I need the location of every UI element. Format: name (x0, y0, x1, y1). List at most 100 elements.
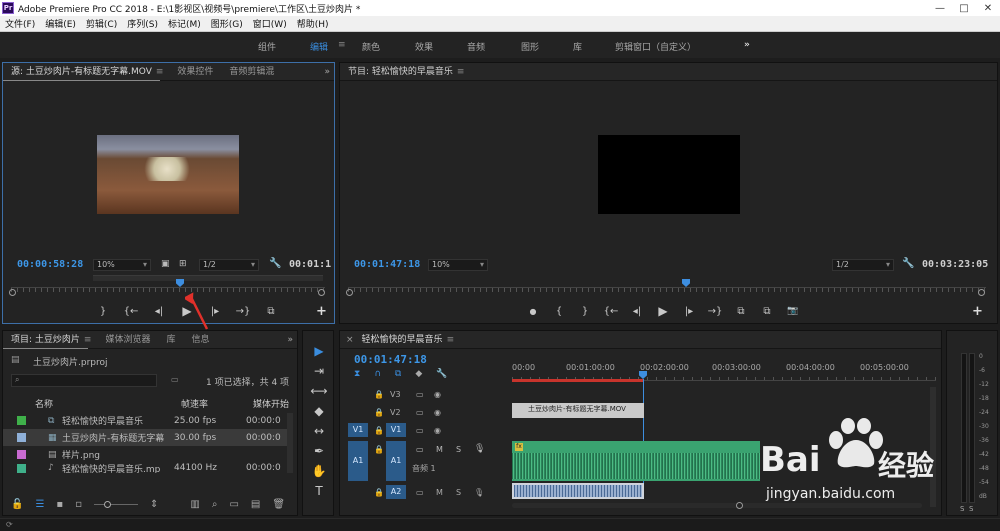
go-to-in-button[interactable]: {← (598, 306, 624, 317)
lock-icon[interactable]: 🔒 (374, 390, 384, 399)
menu-file[interactable]: 文件(F) (0, 17, 40, 30)
tab-menu-icon[interactable]: ≡ (447, 335, 455, 345)
label-color-swatch[interactable] (17, 450, 26, 459)
tab-source[interactable]: 源: 土豆炒肉片-有标题无字幕.MOV (3, 63, 160, 81)
icon-view-icon[interactable]: ▪ (56, 499, 63, 510)
go-to-in-button[interactable]: {← (117, 306, 145, 317)
linked-selection-icon[interactable]: ⧉ (395, 369, 401, 379)
menu-sequence[interactable]: 序列(S) (122, 17, 163, 30)
eye-icon[interactable]: ◉ (434, 390, 441, 399)
find-icon[interactable]: ⌕ (212, 499, 218, 510)
tab-menu-icon[interactable]: ≡ (84, 335, 92, 345)
minimize-button[interactable]: — (928, 0, 952, 16)
menu-graphics[interactable]: 图形(G) (206, 17, 248, 30)
label-color-swatch[interactable] (17, 463, 26, 473)
freeform-view-icon[interactable]: ▫ (75, 499, 82, 510)
list-view-icon[interactable]: ☰ (35, 499, 44, 510)
program-timecode[interactable]: 00:01:47:18 (354, 259, 420, 270)
workspace-editing[interactable]: 编辑 (310, 40, 328, 53)
sync-lock-icon[interactable]: ▭ (416, 488, 424, 497)
timeline-settings-icon[interactable]: 🔧 (436, 369, 447, 379)
ripple-edit-tool-icon[interactable]: ⟷ (310, 381, 327, 401)
eye-icon[interactable]: ◉ (434, 426, 441, 435)
workspace-color[interactable]: 颜色 (362, 40, 380, 53)
tab-audio-clip-mixer[interactable]: 音频剪辑混 (221, 63, 282, 81)
menu-window[interactable]: 窗口(W) (248, 17, 292, 30)
source-time-ruler[interactable] (11, 287, 325, 297)
go-to-out-button[interactable]: →} (702, 306, 728, 317)
step-back-button[interactable]: ◂| (145, 306, 173, 317)
track-target-a2[interactable]: A2 (386, 485, 406, 499)
program-ruler-left-handle[interactable] (346, 289, 353, 296)
lift-button[interactable]: ⧉ (728, 306, 754, 317)
column-frame-rate[interactable]: 帧速率 (181, 397, 208, 410)
scroll-handle[interactable] (736, 502, 743, 509)
export-frame-icon[interactable]: ▣ (161, 259, 170, 269)
add-marker-icon[interactable]: ◆ (415, 369, 422, 379)
project-search-input[interactable]: ⌕ (11, 374, 157, 387)
source-ruler-right-handle[interactable] (318, 289, 325, 296)
meter-solo-right[interactable]: S (969, 505, 973, 513)
tab-menu-icon[interactable]: ≡ (156, 67, 164, 77)
source-ruler-left-handle[interactable] (9, 289, 16, 296)
play-button[interactable]: ▶ (173, 304, 201, 318)
source-patch-a1[interactable]: A1 (348, 441, 368, 481)
source-patch-v1[interactable]: V1 (348, 423, 368, 437)
column-name[interactable]: 名称 (35, 397, 53, 410)
tab-program[interactable]: 节目: 轻松愉快的早晨音乐 (340, 63, 461, 81)
mark-in-button[interactable]: { (546, 306, 572, 317)
workspace-audio[interactable]: 音频 (467, 40, 485, 53)
source-add-button[interactable]: + (316, 304, 327, 319)
tab-info[interactable]: 信息 (183, 331, 217, 349)
microphone-icon[interactable]: 🎙 (474, 444, 485, 454)
eye-icon[interactable]: ◉ (434, 408, 441, 417)
source-zoom-bar[interactable] (93, 275, 323, 281)
program-resolution-select[interactable]: 1/2 (832, 259, 894, 271)
export-frame-camera-icon[interactable]: 📷 (780, 306, 806, 316)
workspace-effects[interactable]: 效果 (415, 40, 433, 53)
lock-icon[interactable]: 🔒 (374, 426, 384, 435)
clear-icon[interactable]: 🗑 (272, 499, 285, 510)
snap-icon[interactable]: ∩ (374, 369, 381, 379)
program-add-button[interactable]: + (972, 304, 983, 319)
wrench-icon[interactable]: 🔧 (902, 258, 914, 269)
work-area-bar[interactable] (512, 379, 644, 382)
timeline-timecode[interactable]: 00:01:47:18 (354, 353, 427, 366)
source-resolution-select[interactable]: 1/2 (199, 259, 259, 271)
step-back-button[interactable]: ◂| (624, 306, 650, 317)
close-button[interactable]: ✕ (976, 0, 1000, 16)
sync-lock-icon[interactable]: ▭ (416, 426, 424, 435)
slip-tool-icon[interactable]: ↔ (314, 421, 324, 441)
source-playhead[interactable] (176, 279, 184, 287)
new-item-icon[interactable]: ▤ (251, 499, 260, 510)
razor-tool-icon[interactable]: ◆ (314, 401, 323, 421)
pen-tool-icon[interactable]: ✒ (314, 441, 324, 461)
maximize-button[interactable]: □ (952, 0, 976, 16)
step-forward-button[interactable]: |▸ (676, 306, 702, 317)
list-item[interactable]: ▤ 样片.png (3, 446, 293, 463)
program-ruler-right-handle[interactable] (978, 289, 985, 296)
panel-more-icon[interactable]: » (324, 67, 330, 77)
mark-out-button[interactable]: } (572, 306, 598, 317)
workspace-libraries[interactable]: 库 (573, 40, 582, 53)
new-bin-from-search-icon[interactable]: ▭ (171, 375, 179, 384)
sync-lock-icon[interactable]: ▭ (416, 445, 424, 454)
lock-icon[interactable]: 🔒 (374, 488, 384, 497)
list-item[interactable]: ▦ 土豆炒肉片-有标题无字幕 30.00 fps 00:00:0 (3, 429, 293, 446)
play-button[interactable]: ▶ (650, 304, 676, 318)
menu-edit[interactable]: 编辑(E) (40, 17, 81, 30)
label-color-swatch[interactable] (17, 416, 26, 425)
automate-to-sequence-icon[interactable]: ▥ (190, 499, 199, 510)
label-color-swatch[interactable] (17, 433, 26, 442)
menu-help[interactable]: 帮助(H) (292, 17, 334, 30)
tab-media-browser[interactable]: 媒体浏览器 (97, 331, 158, 349)
nest-toggle-icon[interactable]: ⧗ (354, 369, 360, 379)
timeline-close-button[interactable]: × (346, 335, 354, 345)
workspace-graphics[interactable]: 图形 (521, 40, 539, 53)
source-zoom-select[interactable]: 10% (93, 259, 151, 271)
workspace-custom[interactable]: 剪辑窗口（自定义） (615, 40, 696, 53)
extract-button[interactable]: ⧉ (754, 306, 780, 317)
settings-toggle-icon[interactable]: ⊞ (179, 259, 187, 269)
lock-icon[interactable]: 🔓 (11, 499, 23, 510)
tab-effect-controls[interactable]: 效果控件 (169, 63, 221, 81)
